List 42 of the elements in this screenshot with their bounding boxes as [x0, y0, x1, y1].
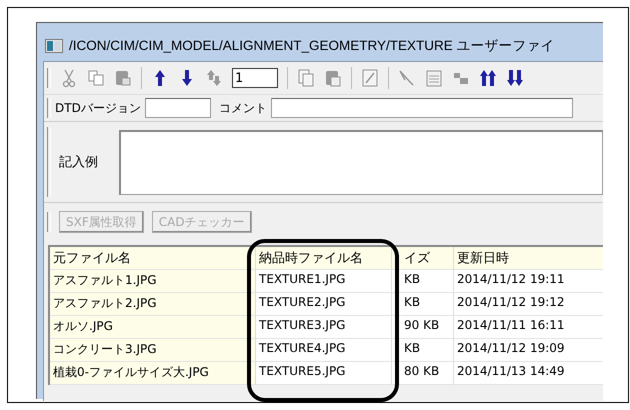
edit-icon[interactable]: [361, 68, 379, 88]
table-cell: 植栽0-ファイルサイズ大.JPG: [50, 362, 256, 385]
table-cell: コンクリート3.JPG: [50, 339, 256, 362]
column-header[interactable]: イズ: [392, 247, 454, 270]
column-header[interactable]: 更新日時: [454, 247, 603, 270]
table-cell: オルソ.JPG: [50, 316, 256, 339]
table-cell: 2014/11/11 16:11: [454, 316, 603, 339]
table-cell: 90 KB: [392, 316, 454, 339]
double-down-arrow-icon[interactable]: [506, 68, 524, 88]
table-cell: TEXTURE4.JPG: [256, 339, 392, 362]
text-area[interactable]: [119, 130, 603, 194]
table-cell: 2014/11/12 19:09: [454, 339, 603, 362]
document-icon[interactable]: [297, 68, 315, 88]
table-cell: TEXTURE3.JPG: [256, 316, 392, 339]
table-cell: アスファルト2.JPG: [50, 293, 256, 316]
field-label: 記入例: [58, 154, 99, 171]
swap-arrows-icon[interactable]: [205, 68, 223, 88]
field-label: コメント: [218, 100, 267, 116]
column-header[interactable]: 納品時ファイル名: [256, 247, 392, 270]
text-field[interactable]: [144, 98, 211, 118]
text-field[interactable]: [270, 98, 573, 118]
table-cell: TEXTURE5.JPG: [256, 362, 392, 385]
table-cell: アスファルト1.JPG: [50, 270, 256, 293]
field-label: DTDバージョン: [55, 100, 141, 116]
copy-icon[interactable]: [87, 68, 105, 88]
table-cell: 80 KB: [392, 362, 454, 385]
table-cell: TEXTURE2.JPG: [256, 293, 392, 316]
scissors-icon[interactable]: [60, 68, 78, 88]
table-cell: KB: [392, 293, 454, 316]
table-cell: KB: [392, 270, 454, 293]
double-up-arrow-icon[interactable]: [479, 68, 497, 88]
clipboard-icon[interactable]: [324, 68, 342, 88]
table-cell: KB: [392, 339, 454, 362]
table-cell: 2014/11/12 19:12: [454, 293, 603, 316]
table-cell: 2014/11/12 19:11: [454, 270, 603, 293]
window-title: /ICON/CIM/CIM_MODEL/ALIGNMENT_GEOMETRY/TEXTURE ユーザーファイ: [69, 37, 555, 55]
column-header[interactable]: 元ファイル名: [50, 247, 256, 270]
table-cell: 2014/11/13 14:49: [454, 362, 603, 385]
paste-icon[interactable]: [114, 68, 132, 88]
table-cell: TEXTURE1.JPG: [256, 270, 392, 293]
counter-field[interactable]: 1: [232, 68, 278, 88]
window-icon: [45, 39, 63, 53]
